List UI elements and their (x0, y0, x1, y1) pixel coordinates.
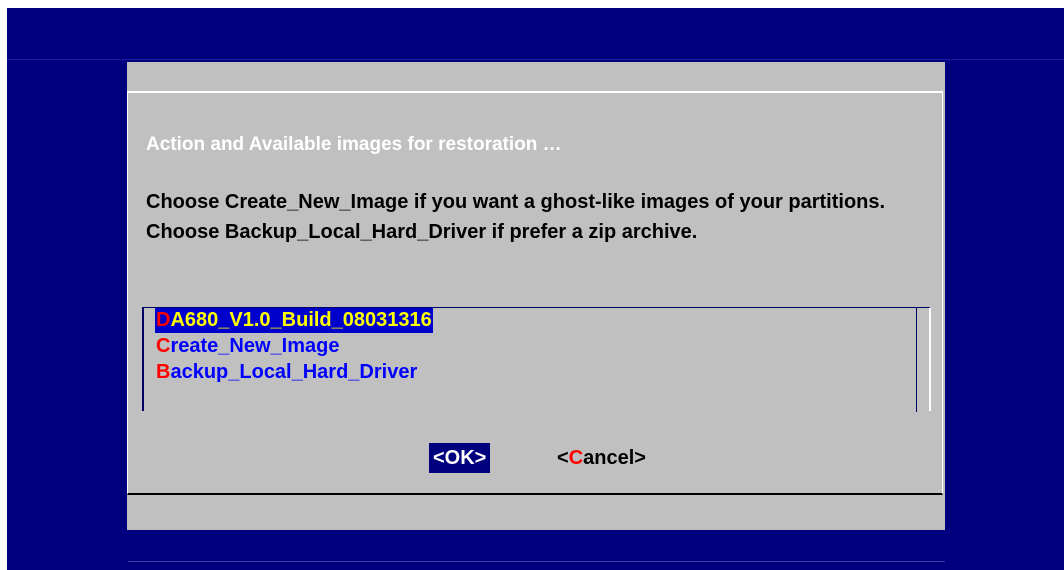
list-item-backup-local-hard-driver[interactable]: Backup_Local_Hard_Driver (155, 360, 418, 385)
cancel-label-rest: ancel> (583, 447, 646, 469)
restore-dialog: Action and Available images for restorat… (127, 62, 945, 530)
list-item-create-new-image[interactable]: Create_New_Image (155, 334, 340, 359)
list-item-hotkey: D (156, 309, 171, 331)
list-item-label: A680_V1.0_Build_08031316 (170, 309, 432, 331)
list-item-hotkey: B (156, 361, 171, 383)
screen-background: Action and Available images for restorat… (7, 8, 1064, 570)
list-item-hotkey: C (156, 335, 171, 357)
list-scroll-rule (916, 308, 917, 412)
cancel-hotkey: C (568, 447, 584, 469)
image-list[interactable]: DA680_V1.0_Build_08031316 Create_New_Ima… (142, 307, 931, 412)
top-divider (7, 59, 1064, 60)
cancel-bracket-open: < (557, 447, 569, 469)
cancel-button[interactable]: <Cancel> (553, 443, 650, 473)
list-item-da680-build[interactable]: DA680_V1.0_Build_08031316 (155, 308, 433, 333)
bottom-divider (128, 561, 945, 562)
list-item-label: ackup_Local_Hard_Driver (170, 361, 418, 383)
list-item-label: reate_New_Image (170, 335, 340, 357)
dialog-title: Action and Available images for restorat… (146, 134, 562, 155)
dialog-message: Choose Create_New_Image if you want a gh… (146, 191, 886, 243)
ok-button[interactable]: <OK> (429, 443, 491, 473)
